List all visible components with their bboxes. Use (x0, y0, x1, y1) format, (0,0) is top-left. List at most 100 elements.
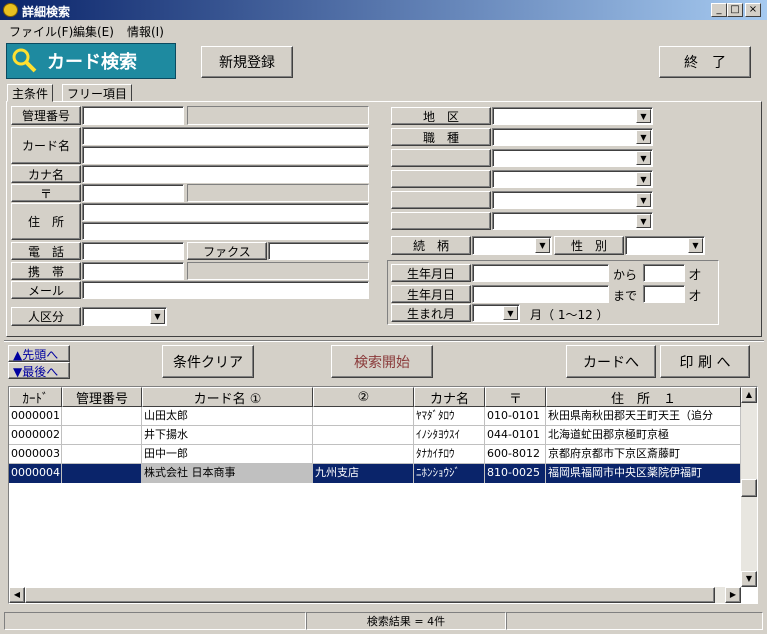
jin-kubun-select[interactable]: ▼ (82, 307, 167, 326)
zip-input[interactable] (82, 184, 184, 202)
col-header-kana[interactable]: カナ名 (414, 387, 485, 407)
month-range-hint: 月（ 1～12 ） (530, 308, 609, 322)
chevron-down-icon[interactable]: ▼ (150, 309, 165, 324)
cell-kana: ﾆﾎﾝｼｮｳｼﾞ (414, 464, 485, 483)
label-card-name: カード名 (11, 127, 81, 164)
age-to-input[interactable] (643, 285, 685, 303)
cell-address: 秋田県南秋田郡天王町天王（追分 (546, 407, 741, 426)
new-register-button[interactable]: 新規登録 (201, 46, 293, 78)
col-header-card-name-1[interactable]: カード名 ① (142, 387, 313, 407)
label-shokushu: 職 種 (391, 128, 491, 146)
cell-zip: 600-8012 (485, 445, 546, 464)
chevron-down-icon[interactable]: ▼ (636, 151, 651, 165)
zip-display (187, 184, 369, 202)
search-start-button[interactable]: 検索開始 (331, 345, 433, 378)
cell-address: 北海道虻田郡京極町京極 (546, 426, 741, 445)
table-row-selected[interactable]: 0000004 株式会社 日本商事 九州支店 ﾆﾎﾝｼｮｳｼﾞ 810-0025… (9, 464, 741, 483)
card-name-input-1[interactable] (82, 127, 369, 145)
cell-kanri (62, 407, 142, 426)
kanri-input[interactable] (82, 106, 184, 125)
birth-month-select[interactable]: ▼ (472, 304, 520, 322)
menu-edit[interactable]: 編集(E) (73, 23, 114, 40)
clear-conditions-button[interactable]: 条件クリア (162, 345, 254, 378)
menu-file[interactable]: ファイル(F) (9, 23, 73, 40)
tab-free-items[interactable]: フリー項目 (62, 84, 133, 102)
cell-card: 0000002 (9, 426, 62, 445)
chevron-down-icon[interactable]: ▼ (636, 193, 651, 207)
shokushu-select[interactable]: ▼ (492, 128, 653, 146)
minimize-button[interactable]: _ (711, 3, 727, 17)
scroll-left-icon[interactable]: ◀ (9, 587, 25, 603)
birth-from-input[interactable] (472, 264, 609, 282)
col-header-kanri[interactable]: 管理番号 (62, 387, 142, 407)
to-print-button[interactable]: 印 刷 へ (660, 345, 750, 378)
col-header-card[interactable]: ｶｰﾄﾞ (9, 387, 62, 407)
scroll-right-icon[interactable]: ▶ (725, 587, 741, 603)
kana-input[interactable] (82, 165, 369, 183)
blank-label-2 (391, 170, 491, 188)
chevron-down-icon[interactable]: ▼ (636, 109, 651, 123)
age-from-input[interactable] (643, 264, 685, 282)
col-header-card-name-2[interactable]: ② (313, 387, 414, 407)
to-card-button[interactable]: カードへ (566, 345, 656, 378)
col-header-zip[interactable]: 〒 (485, 387, 546, 407)
exit-button[interactable]: 終 了 (659, 46, 751, 78)
cell-kana: ｲﾉｼﾀﾖｳｽｲ (414, 426, 485, 445)
cell-name-2: 九州支店 (313, 464, 414, 483)
col-header-address[interactable]: 住 所 １ (546, 387, 741, 407)
seibetsu-select[interactable]: ▼ (625, 236, 705, 255)
cell-name-1: 山田太郎 (142, 407, 313, 426)
close-button[interactable]: × (745, 3, 761, 17)
chevron-down-icon[interactable]: ▼ (636, 172, 651, 186)
address-input-1[interactable] (82, 203, 369, 221)
extra-select-2[interactable]: ▼ (492, 170, 653, 188)
chevron-down-icon[interactable]: ▼ (688, 238, 703, 253)
label-fax: ファクス (187, 242, 267, 260)
results-grid[interactable]: ｶｰﾄﾞ 管理番号 カード名 ① ② カナ名 〒 住 所 １ 0000001 山… (8, 386, 758, 604)
label-birth-from: 生年月日 (391, 264, 471, 282)
label-chiku: 地 区 (391, 107, 491, 125)
chevron-down-icon[interactable]: ▼ (535, 238, 550, 253)
mobile-display (187, 262, 369, 280)
card-name-input-2[interactable] (82, 146, 369, 164)
scroll-down-icon[interactable]: ▼ (741, 571, 757, 587)
cell-name-1: 田中一郎 (142, 445, 313, 464)
maximize-button[interactable]: □ (727, 3, 743, 17)
chiku-select[interactable]: ▼ (492, 107, 653, 125)
status-pane-left (4, 612, 306, 630)
table-row[interactable]: 0000002 井下揚水 ｲﾉｼﾀﾖｳｽｲ 044-0101 北海道虻田郡京極町… (9, 426, 741, 445)
tab-main-conditions[interactable]: 主条件 (7, 84, 54, 102)
extra-select-3[interactable]: ▼ (492, 191, 653, 209)
hscroll-thumb[interactable] (25, 587, 715, 603)
label-birth-month: 生まれ月 (391, 304, 471, 322)
mobile-input[interactable] (82, 262, 184, 280)
vertical-scrollbar[interactable]: ▲ ▼ (741, 387, 757, 587)
tel-input[interactable] (82, 242, 184, 260)
title-bar: 詳細検索 _ □ × (0, 0, 767, 20)
table-row[interactable]: 0000001 山田太郎 ﾔﾏﾀﾞﾀﾛｳ 010-0101 秋田県南秋田郡天王町… (9, 407, 741, 426)
first-button[interactable]: ▲先頭へ (8, 345, 70, 362)
chevron-down-icon[interactable]: ▼ (503, 306, 518, 320)
cell-card: 0000004 (9, 464, 62, 483)
horizontal-scrollbar[interactable]: ◀ ▶ (9, 587, 741, 603)
address-input-2[interactable] (82, 222, 369, 240)
label-tel: 電 話 (11, 242, 81, 260)
label-zip: 〒 (11, 184, 81, 202)
scroll-thumb[interactable] (741, 479, 757, 497)
cell-kanri (62, 445, 142, 464)
label-mail: メール (11, 281, 81, 299)
extra-select-1[interactable]: ▼ (492, 149, 653, 167)
cell-name-2 (313, 426, 414, 445)
table-row[interactable]: 0000003 田中一郎 ﾀﾅｶｲﾁﾛｳ 600-8012 京都府京都市下京区斎… (9, 445, 741, 464)
last-button[interactable]: ▼最後へ (8, 362, 70, 379)
cell-zip: 010-0101 (485, 407, 546, 426)
chevron-down-icon[interactable]: ▼ (636, 130, 651, 144)
mail-input[interactable] (82, 281, 369, 299)
extra-select-4[interactable]: ▼ (492, 212, 653, 230)
birth-to-input[interactable] (472, 285, 609, 303)
chevron-down-icon[interactable]: ▼ (636, 214, 651, 228)
scroll-up-icon[interactable]: ▲ (741, 387, 757, 403)
zokugara-select[interactable]: ▼ (472, 236, 552, 255)
menu-info[interactable]: 情報(I) (127, 23, 164, 40)
fax-input[interactable] (268, 242, 369, 260)
